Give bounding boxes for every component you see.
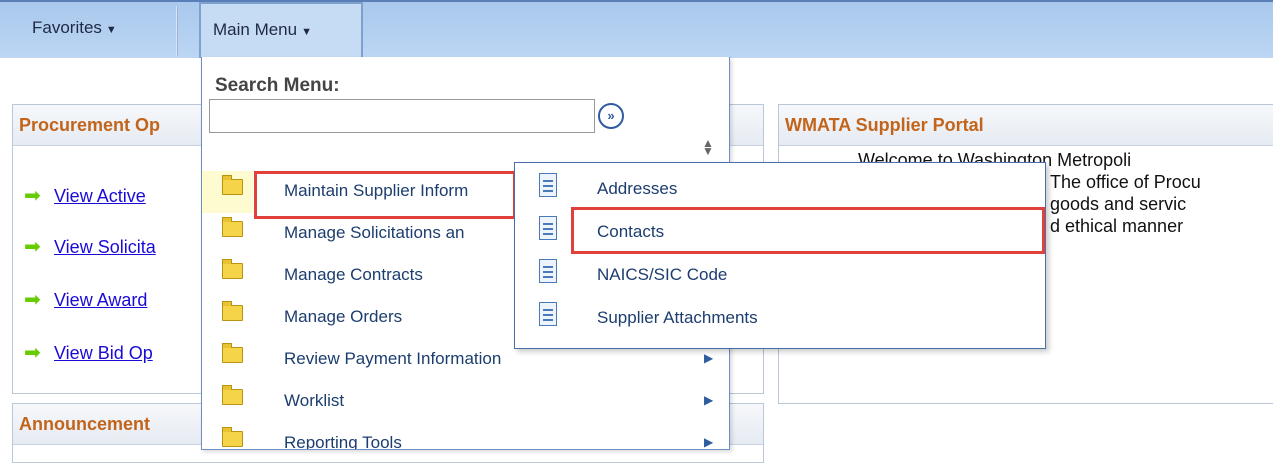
favorites-label: Favorites [32,18,102,37]
arrow-right-icon: ➡ [24,185,41,207]
search-menu-input[interactable] [209,99,595,133]
submenu-arrow-icon: ▶ [704,435,714,449]
view-solicitations-link-text[interactable]: View Solicita [54,237,156,257]
main-menu-button[interactable]: Main Menu ▼ [199,2,363,58]
document-icon [539,173,557,197]
submenu-item-supplier-attachments[interactable]: Supplier Attachments [515,298,1045,342]
menu-item-reporting-tools[interactable]: Reporting Tools ▶ [202,423,729,450]
folder-icon [222,343,243,363]
folder-icon [222,259,243,279]
menu-item-label: Manage Contracts [284,265,423,284]
folder-icon [222,385,243,405]
welcome-text-line-2: The office of Procu [1050,172,1201,192]
submenu-item-naics-sic-code[interactable]: NAICS/SIC Code [515,255,1045,299]
view-awards-link-text[interactable]: View Award [54,290,147,310]
menu-item-label: Worklist [284,391,345,410]
search-go-icon[interactable]: » [598,103,624,129]
arrow-right-icon: ➡ [24,236,41,258]
supplier-info-submenu: Addresses Contacts NAICS/SIC Code Suppli… [514,162,1046,349]
sort-updown-icon[interactable]: ▲ ▼ [702,137,714,157]
arrow-right-icon: ➡ [24,342,41,364]
menu-item-label: Manage Solicitations an [284,223,465,242]
view-bid-opportunities-link[interactable]: ➡ View Bid Op [24,340,153,365]
view-awards-link[interactable]: ➡ View Award [24,287,147,312]
favorites-menu-button[interactable]: Favorites ▼ [20,2,129,58]
nav-separator [176,6,178,56]
folder-icon [222,217,243,237]
submenu-item-label: Addresses [597,179,678,198]
document-icon [539,259,557,283]
caret-down-icon: ▼ [301,26,312,38]
top-nav-bar: Favorites ▼ Main Menu ▼ [0,0,1273,58]
highlight-box-maintain-supplier [254,171,516,219]
document-icon [539,216,557,240]
supplier-portal-pagelet-title: WMATA Supplier Portal [779,105,1273,146]
view-solicitations-link[interactable]: ➡ View Solicita [24,234,156,259]
welcome-text-line-3: goods and servic [1050,194,1187,214]
menu-item-label: Review Payment Information [284,349,502,368]
submenu-item-label: Supplier Attachments [597,308,758,327]
view-active-link[interactable]: ➡ View Active [24,183,146,208]
folder-icon [222,427,243,447]
view-bid-opportunities-link-text[interactable]: View Bid Op [54,343,153,363]
folder-icon [222,301,243,321]
menu-item-label: Manage Orders [284,307,403,326]
submenu-arrow-icon: ▶ [704,393,714,407]
main-menu-label: Main Menu [213,20,298,39]
menu-item-worklist[interactable]: Worklist ▶ [202,381,729,423]
document-icon [539,302,557,326]
caret-down-icon: ▼ [105,24,117,36]
highlight-box-contacts [571,207,1045,254]
arrow-right-icon: ➡ [24,289,41,311]
submenu-item-label: NAICS/SIC Code [597,265,728,284]
folder-icon [222,175,243,195]
submenu-arrow-icon: ▶ [704,351,714,365]
welcome-text-line-4: d ethical manner [1050,216,1184,236]
view-active-link-text[interactable]: View Active [54,186,146,206]
menu-item-label: Reporting Tools [284,433,402,450]
search-menu-label: Search Menu: [215,75,340,96]
